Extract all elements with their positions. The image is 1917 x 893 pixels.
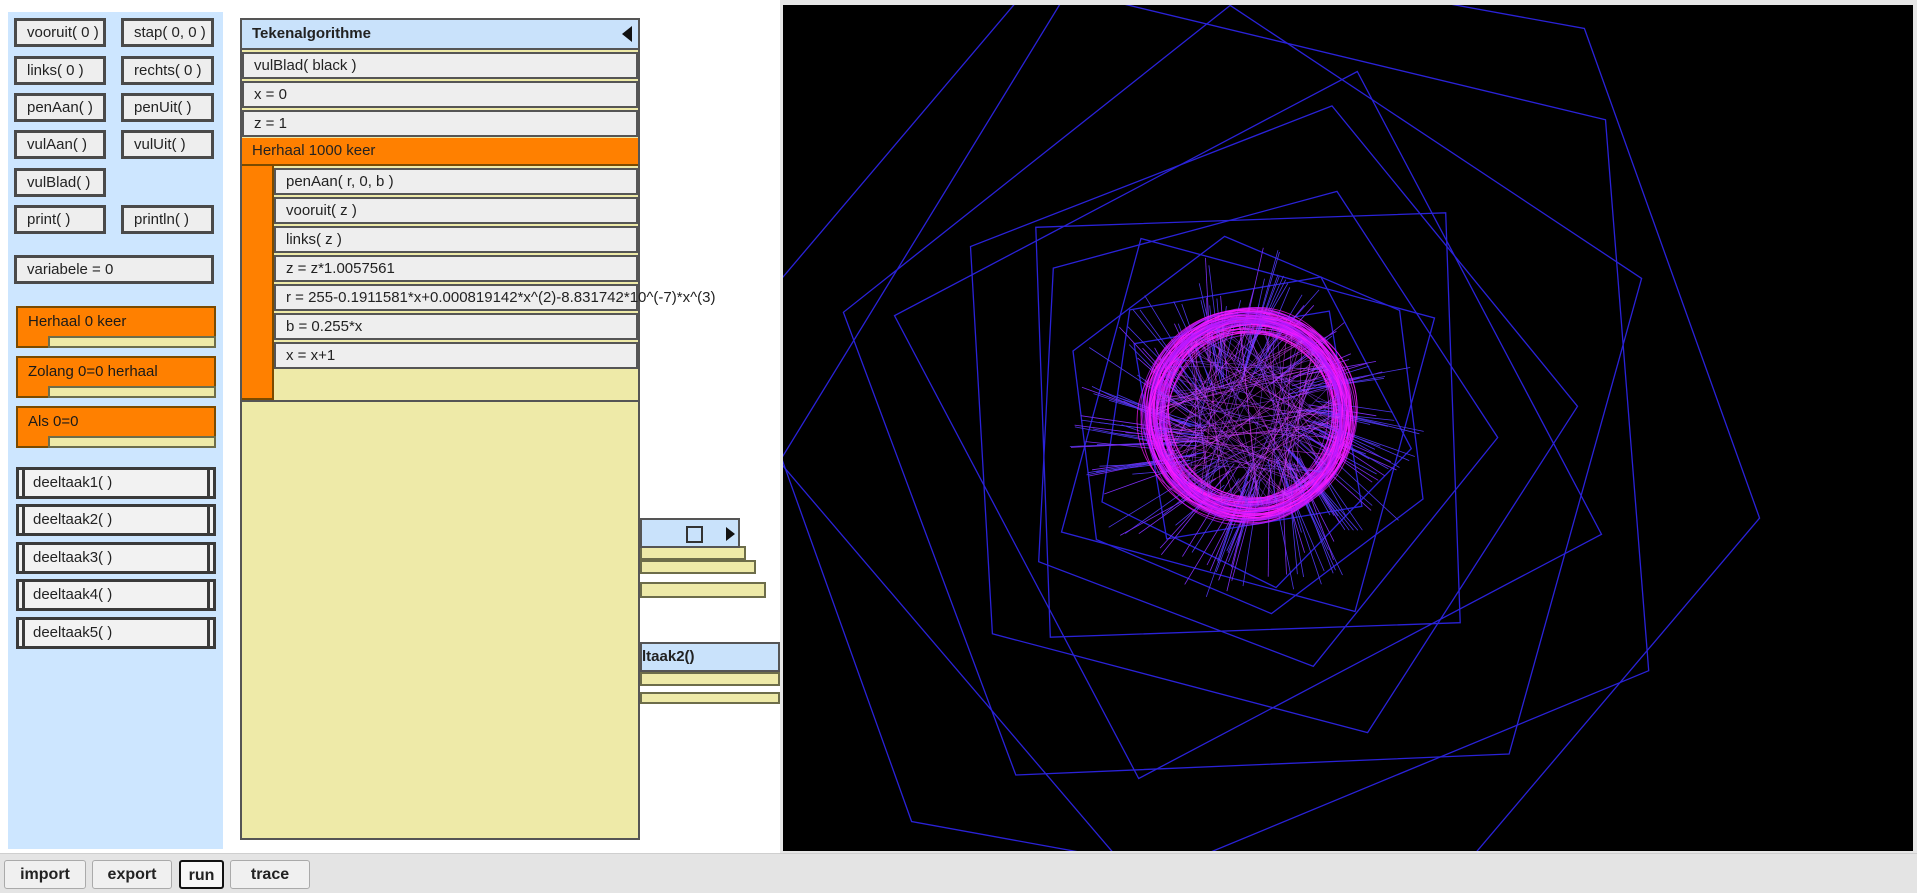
import-button[interactable]: import: [4, 860, 86, 889]
palette-rechts-button[interactable]: rechts( 0 ): [121, 56, 214, 85]
export-button[interactable]: export: [92, 860, 172, 889]
zolang-label: Zolang 0=0 herhaal: [16, 356, 216, 388]
block-palette: vooruit( 0 ) stap( 0, 0 ) links( 0 ) rec…: [8, 12, 223, 849]
palette-als-block[interactable]: Als 0=0: [16, 406, 216, 448]
loop-stmt-vooruit[interactable]: vooruit( z ): [274, 197, 638, 224]
subtask-body: [640, 692, 780, 704]
deeltaak4-label: deeltaak4( ): [22, 582, 210, 608]
palette-links-button[interactable]: links( 0 ): [14, 56, 106, 85]
loop-header[interactable]: Herhaal 1000 keer: [242, 138, 638, 166]
toolbar: import export run trace: [0, 853, 1917, 893]
statement-z-init[interactable]: z = 1: [242, 110, 638, 137]
palette-vooruit-button[interactable]: vooruit( 0 ): [14, 18, 106, 47]
stacked-card-shadow: [640, 582, 766, 598]
palette-penuit-button[interactable]: penUit( ): [121, 93, 214, 122]
subtask-title: ltaak2(): [640, 642, 780, 672]
expand-arrow-icon[interactable]: [726, 527, 735, 541]
block-bar: [16, 386, 50, 398]
turtle-drawing: [783, 5, 1761, 851]
checkbox-icon[interactable]: [686, 526, 703, 543]
drawing-polygon: [1038, 190, 1499, 668]
palette-deeltaak3-button[interactable]: deeltaak3( ): [16, 542, 216, 574]
subtask-window[interactable]: ltaak2(): [640, 642, 780, 710]
drawing-canvas[interactable]: [783, 5, 1913, 851]
palette-zolang-block[interactable]: Zolang 0=0 herhaal: [16, 356, 216, 398]
block-foot: [48, 336, 216, 348]
app-window: vooruit( 0 ) stap( 0, 0 ) links( 0 ) rec…: [0, 0, 1917, 893]
loop-stmt-r-formula[interactable]: r = 255-0.1911581*x+0.000819142*x^(2)-8.…: [274, 284, 715, 311]
palette-vulaan-button[interactable]: vulAan( ): [14, 130, 106, 159]
subtask-body: [640, 672, 780, 686]
block-foot: [48, 386, 216, 398]
palette-stap-button[interactable]: stap( 0, 0 ): [121, 18, 214, 47]
deeltaak3-label: deeltaak3( ): [22, 545, 210, 571]
palette-deeltaak2-button[interactable]: deeltaak2( ): [16, 504, 216, 536]
palette-variabele-button[interactable]: variabele = 0: [14, 255, 214, 284]
collapse-arrow-icon[interactable]: [622, 26, 632, 42]
deeltaak1-label: deeltaak1( ): [22, 470, 210, 496]
block-bar: [16, 436, 50, 448]
palette-deeltaak1-button[interactable]: deeltaak1( ): [16, 467, 216, 499]
loop-stmt-x-increment[interactable]: x = x+1: [274, 342, 638, 369]
statement-x-init[interactable]: x = 0: [242, 81, 638, 108]
stacked-card-shadow: [640, 560, 756, 574]
palette-herhaal-block[interactable]: Herhaal 0 keer: [16, 306, 216, 348]
algorithm-panel: Tekenalgorithme vulBlad( black ) x = 0 z…: [240, 18, 715, 840]
statement-vulblad[interactable]: vulBlad( black ): [242, 52, 638, 79]
stacked-card-shadow: [640, 546, 746, 560]
loop-stmt-links[interactable]: links( z ): [274, 226, 638, 253]
collapsed-task-stack[interactable]: [640, 518, 766, 600]
palette-vuluit-button[interactable]: vulUit( ): [121, 130, 214, 159]
algorithm-title: Tekenalgorithme: [242, 20, 638, 50]
loop-end-line: [242, 400, 638, 402]
herhaal-label: Herhaal 0 keer: [16, 306, 216, 338]
block-bar: [16, 336, 50, 348]
palette-deeltaak4-button[interactable]: deeltaak4( ): [16, 579, 216, 611]
editor-area: vooruit( 0 ) stap( 0, 0 ) links( 0 ) rec…: [0, 0, 780, 853]
run-button[interactable]: run: [179, 860, 224, 889]
palette-print-button[interactable]: print( ): [14, 205, 106, 234]
palette-vulblad-button[interactable]: vulBlad( ): [14, 168, 106, 197]
palette-deeltaak5-button[interactable]: deeltaak5( ): [16, 617, 216, 649]
palette-println-button[interactable]: println( ): [121, 205, 214, 234]
algorithm-title-text: Tekenalgorithme: [252, 25, 371, 42]
block-foot: [48, 436, 216, 448]
drawing-polygon: [893, 70, 1603, 780]
deeltaak5-label: deeltaak5( ): [22, 620, 210, 646]
loop-stmt-b-formula[interactable]: b = 0.255*x: [274, 313, 638, 340]
deeltaak2-label: deeltaak2( ): [22, 507, 210, 533]
loop-stmt-z-update[interactable]: z = z*1.0057561: [274, 255, 638, 282]
loop-bracket: [242, 166, 274, 400]
collapsed-task-card[interactable]: [640, 518, 740, 548]
loop-stmt-penaan[interactable]: penAan( r, 0, b ): [274, 168, 638, 195]
als-label: Als 0=0: [16, 406, 216, 438]
trace-button[interactable]: trace: [230, 860, 310, 889]
palette-penaan-button[interactable]: penAan( ): [14, 93, 106, 122]
